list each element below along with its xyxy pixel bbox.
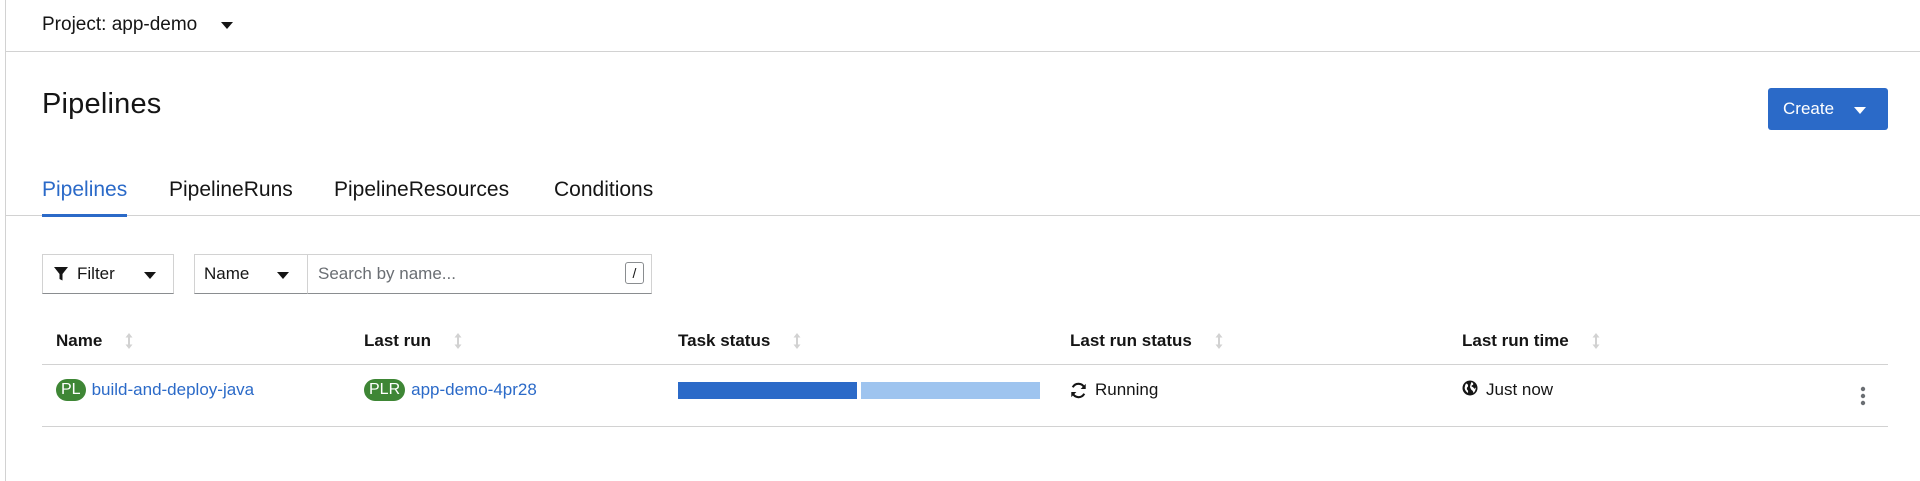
table-header: Name Last run Task status Last run statu… xyxy=(42,318,1888,365)
sort-icon xyxy=(125,333,133,349)
project-bar: Project: app-demo xyxy=(6,0,1920,52)
column-header-label: Last run time xyxy=(1462,331,1569,350)
task-status-bar[interactable] xyxy=(678,382,1040,399)
caret-down-icon xyxy=(277,272,289,279)
create-button-label: Create xyxy=(1783,99,1835,118)
last-run-status-cell: Running xyxy=(1070,378,1158,402)
kebab-icon[interactable] xyxy=(1857,385,1869,407)
project-switcher[interactable]: Project: app-demo xyxy=(42,10,234,40)
column-header-label: Name xyxy=(56,331,103,350)
sort-icon xyxy=(1215,333,1223,349)
filter-icon xyxy=(54,267,68,281)
filter-type-value: Name xyxy=(204,264,250,283)
pipeline-name-link[interactable]: build-and-deploy-java xyxy=(92,380,255,400)
caret-down-icon xyxy=(221,21,234,29)
tab-pipelineruns[interactable]: PipelineRuns xyxy=(169,178,293,216)
pipelinerun-badge: PLR xyxy=(364,379,406,401)
column-header-last-run-time[interactable]: Last run time xyxy=(1462,331,1601,351)
column-header-name[interactable]: Name xyxy=(56,331,134,351)
filter-type-select[interactable]: Name xyxy=(194,254,308,294)
caret-down-icon xyxy=(144,272,156,279)
project-label: Project: app-demo xyxy=(42,14,198,35)
task-segment-completed xyxy=(678,382,857,399)
last-run-link[interactable]: app-demo-4pr28 xyxy=(411,380,537,400)
globe-icon xyxy=(1462,380,1478,396)
app-frame: Project: app-demo Pipelines Create Pipel… xyxy=(5,0,1920,481)
tab-bar: Pipelines PipelineRuns PipelineResources… xyxy=(6,168,1920,217)
task-segment-running xyxy=(861,382,1040,399)
create-button[interactable]: Create xyxy=(1768,88,1888,130)
search-input[interactable] xyxy=(308,255,608,293)
pipelines-table: Name Last run Task status Last run statu… xyxy=(42,318,1888,427)
tab-conditions[interactable]: Conditions xyxy=(554,178,653,216)
table-row: PL build-and-deploy-java PLR app-demo-4p… xyxy=(42,365,1888,427)
column-header-last-run-status[interactable]: Last run status xyxy=(1070,331,1224,351)
sort-icon xyxy=(1592,333,1600,349)
last-run-time-cell: Just now xyxy=(1462,378,1553,402)
last-run-cell: PLR app-demo-4pr28 xyxy=(364,378,537,402)
filter-button[interactable]: Filter xyxy=(42,254,174,294)
filter-button-label: Filter xyxy=(77,264,115,283)
column-header-label: Last run xyxy=(364,331,432,350)
tab-pipelines[interactable]: Pipelines xyxy=(42,178,128,217)
sort-icon xyxy=(454,333,462,349)
page-title: Pipelines xyxy=(42,88,162,120)
sync-icon xyxy=(1071,382,1086,398)
last-run-time-text: Just now xyxy=(1486,380,1554,399)
pipeline-name-cell: PL build-and-deploy-java xyxy=(56,378,254,402)
search-box: / xyxy=(307,254,652,294)
column-header-label: Task status xyxy=(678,331,771,350)
caret-down-icon xyxy=(1854,107,1866,114)
pipeline-badge: PL xyxy=(56,379,86,401)
column-header-last-run[interactable]: Last run xyxy=(364,331,463,351)
last-run-status-text: Running xyxy=(1095,380,1159,399)
sort-icon xyxy=(793,333,801,349)
search-shortcut-hint: / xyxy=(625,262,644,284)
column-header-task-status[interactable]: Task status xyxy=(678,331,802,351)
tab-pipelineresources[interactable]: PipelineResources xyxy=(334,178,509,216)
column-header-label: Last run status xyxy=(1070,331,1192,350)
